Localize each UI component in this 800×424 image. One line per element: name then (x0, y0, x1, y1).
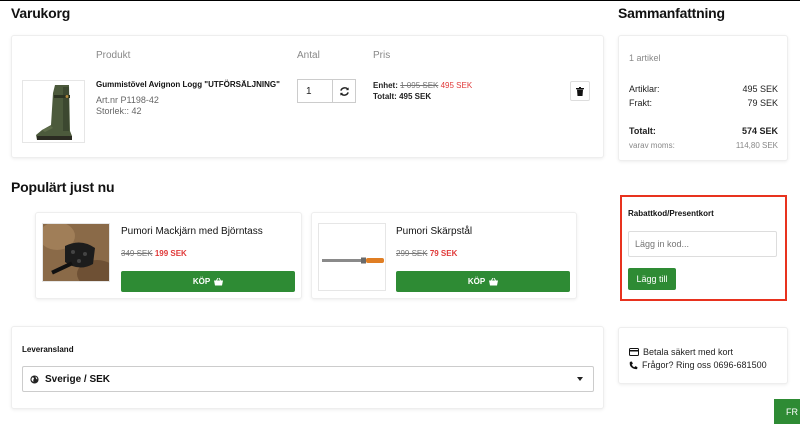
total-price-row: Totalt: 495 SEK (373, 92, 431, 101)
quantity-input[interactable]: 1 (297, 79, 332, 103)
buy-label: KÖP (192, 277, 211, 286)
summary-card: 1 artikel Artiklar: 495 SEK Frakt: 79 SE… (618, 35, 788, 161)
cart-card: Produkt Antal Pris Gummistövel Avignon L… (11, 35, 604, 158)
product-thumbnail[interactable] (42, 223, 110, 282)
popular-title: Populärt just nu (11, 179, 115, 195)
summary-title: Sammanfattning (618, 5, 725, 21)
discount-title: Rabattkod/Presentkort (628, 209, 714, 218)
summary-total-value: 574 SEK (741, 126, 778, 136)
sale-price: 199 SEK (154, 249, 187, 258)
popular-product-name[interactable]: Pumori Mackjärn med Björntass (121, 226, 263, 237)
basket-icon (489, 277, 499, 285)
col-product: Produkt (96, 50, 131, 61)
corner-button-label: FR (786, 406, 798, 417)
apply-discount-button[interactable]: Lägg till (628, 268, 676, 290)
cart-title: Varukorg (11, 5, 71, 21)
remove-item-button[interactable] (570, 81, 590, 101)
sale-price: 79 SEK (429, 249, 458, 258)
old-price: 299 SEK (396, 249, 428, 258)
phone-text[interactable]: Frågor? Ring oss 0696-681500 (642, 360, 767, 370)
product-thumbnail[interactable] (318, 223, 386, 291)
apply-label: Lägg till (636, 274, 668, 284)
country-select-value: Sverige / SEK (45, 373, 111, 385)
phone-icon (629, 361, 638, 369)
buy-button[interactable]: KÖP (396, 271, 570, 292)
articles-value: 495 SEK (742, 84, 778, 94)
basket-icon (214, 277, 224, 285)
delivery-card: Leveransland Sverige / SEK (11, 326, 604, 409)
total-label: Totalt: (373, 92, 397, 101)
product-artnr: Art.nr P1198-42 (96, 95, 159, 105)
summary-total-label: Totalt: (629, 126, 656, 136)
popular-product-card: Pumori Skärpstål 299 SEK 79 SEK KÖP (311, 212, 577, 299)
shipping-value: 79 SEK (747, 98, 778, 108)
total-price: 495 SEK (399, 92, 432, 101)
checkout-corner-button[interactable]: FR (774, 399, 800, 424)
product-size: Storlek:: 42 (96, 106, 142, 116)
buy-button[interactable]: KÖP (121, 271, 295, 292)
summary-count: 1 artikel (629, 53, 661, 63)
unit-old-price: 1 095 SEK (400, 81, 439, 90)
vat-value: 114,80 SEK (735, 141, 778, 150)
product-image[interactable] (22, 80, 85, 143)
caret-down-icon (577, 377, 583, 381)
col-qty: Antal (297, 50, 320, 61)
trash-icon (576, 86, 584, 96)
country-select[interactable]: Sverige / SEK (22, 366, 594, 392)
product-name[interactable]: Gummistövel Avignon Logg "UTFÖRSÄLJNING" (96, 80, 280, 89)
discount-code-input[interactable] (628, 231, 777, 257)
vat-label: varav moms: (629, 141, 675, 150)
credit-card-icon (629, 348, 639, 356)
info-card: Betala säkert med kort Frågor? Ring oss … (618, 327, 788, 384)
old-price: 349 SEK (121, 249, 153, 258)
popular-product-price: 299 SEK 79 SEK (396, 249, 457, 258)
delivery-label: Leveransland (22, 345, 74, 354)
update-qty-button[interactable] (332, 79, 356, 103)
articles-label: Artiklar: (629, 84, 660, 94)
secure-payment-row: Betala säkert med kort (629, 347, 733, 357)
buy-label: KÖP (467, 277, 486, 286)
popular-product-price: 349 SEK 199 SEK (121, 249, 187, 258)
secure-payment-text: Betala säkert med kort (643, 347, 734, 357)
refresh-icon (339, 86, 349, 96)
shipping-label: Frakt: (629, 98, 653, 108)
popular-product-name[interactable]: Pumori Skärpstål (396, 226, 472, 237)
unit-label: Enhet: (373, 81, 398, 90)
unit-price-row: Enhet: 1 095 SEK 495 SEK (373, 81, 472, 90)
top-border (0, 0, 800, 1)
popular-product-card: Pumori Mackjärn med Björntass 349 SEK 19… (35, 212, 302, 299)
col-price: Pris (373, 50, 391, 61)
unit-new-price: 495 SEK (440, 81, 473, 90)
phone-row: Frågor? Ring oss 0696-681500 (629, 360, 767, 370)
globe-icon (30, 374, 39, 384)
